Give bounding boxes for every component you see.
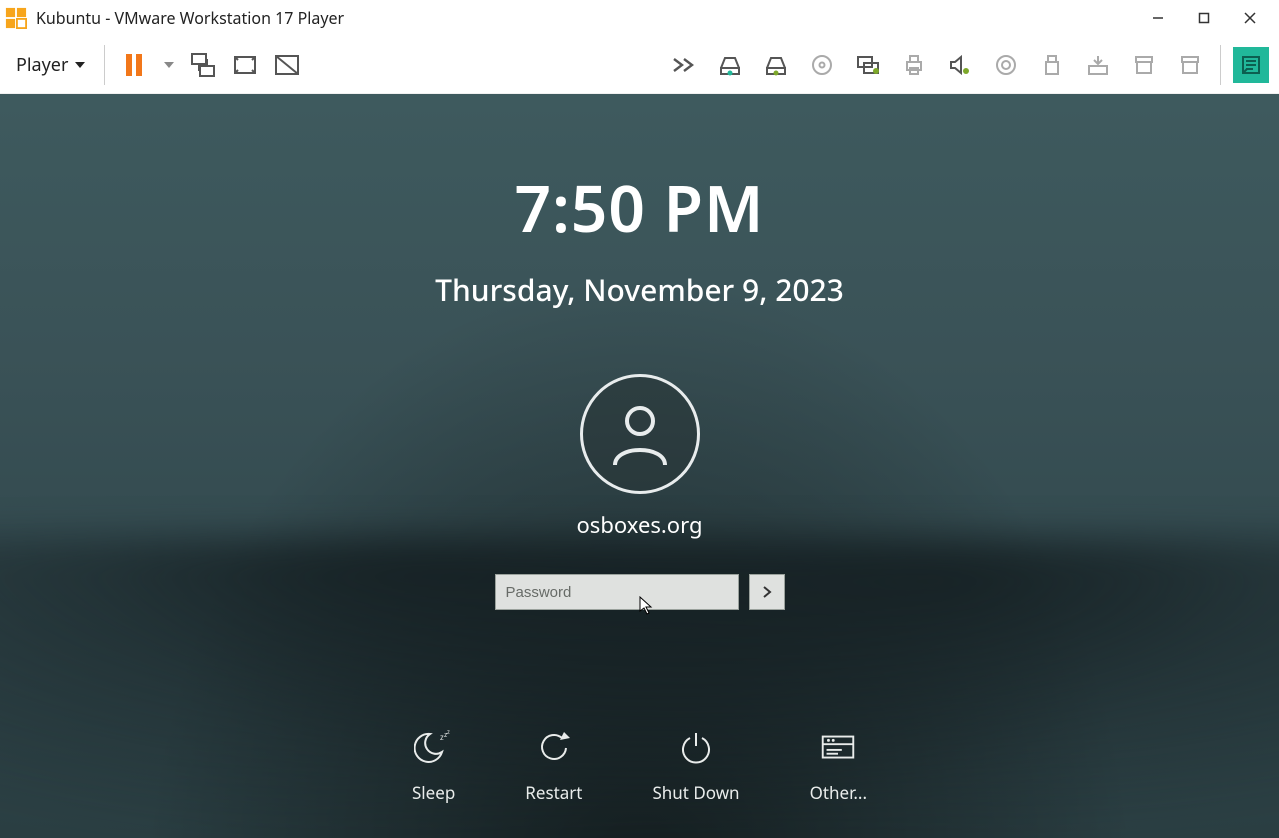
clock-block: 7:50 PM Thursday, November 9, 2023 [0, 164, 1279, 310]
fast-forward-icon[interactable] [666, 47, 702, 83]
other-sessions-button[interactable]: Other... [810, 727, 867, 804]
shutdown-button[interactable]: Shut Down [652, 727, 739, 804]
maximize-button[interactable] [1181, 2, 1227, 34]
power-icon [676, 728, 716, 768]
cd-dvd-icon[interactable] [804, 47, 840, 83]
toolbar-separator-right [1220, 45, 1221, 85]
archive-2-icon[interactable] [1172, 47, 1208, 83]
guest-display[interactable]: 7:50 PM Thursday, November 9, 2023 osbox… [0, 94, 1279, 838]
close-button[interactable] [1227, 2, 1273, 34]
usb-icon[interactable] [1034, 47, 1070, 83]
network-adapter-icon[interactable] [850, 47, 886, 83]
other-label: Other... [810, 781, 867, 804]
player-menu-label: Player [16, 53, 68, 77]
minimize-button[interactable] [1135, 2, 1181, 34]
message-log-button[interactable] [1233, 47, 1269, 83]
password-input[interactable] [495, 574, 739, 610]
window-title: Kubuntu - VMware Workstation 17 Player [36, 7, 344, 29]
avatar[interactable] [580, 374, 700, 494]
session-actions: z z z Sleep Restart [0, 727, 1279, 804]
svg-text:z: z [447, 728, 450, 736]
username-label: osboxes.org [577, 510, 703, 540]
archive-1-icon[interactable] [1126, 47, 1162, 83]
pause-vm-button[interactable] [117, 47, 153, 83]
login-row [495, 574, 785, 610]
send-ctrl-alt-del-button[interactable] [185, 47, 221, 83]
shutdown-label: Shut Down [652, 781, 739, 804]
hard-disk-1-icon[interactable] [712, 47, 748, 83]
fullscreen-button[interactable] [227, 47, 263, 83]
power-menu-dropdown[interactable] [159, 47, 179, 83]
other-icon [817, 728, 859, 768]
vmware-toolbar: Player [0, 36, 1279, 94]
restart-icon [534, 728, 574, 768]
hard-disk-2-icon[interactable] [758, 47, 794, 83]
camera-icon[interactable] [988, 47, 1024, 83]
unity-mode-button[interactable] [269, 47, 305, 83]
vmware-app-icon [2, 4, 30, 32]
sleep-icon: z z z [414, 728, 454, 768]
login-submit-button[interactable] [749, 574, 785, 610]
sleep-label: Sleep [412, 781, 455, 804]
clock-time: 7:50 PM [0, 164, 1279, 251]
player-menu[interactable]: Player [10, 49, 92, 81]
clock-date: Thursday, November 9, 2023 [0, 269, 1279, 310]
window-titlebar: Kubuntu - VMware Workstation 17 Player [0, 0, 1279, 36]
sleep-button[interactable]: z z z Sleep [412, 727, 455, 804]
restart-label: Restart [525, 781, 582, 804]
toolbar-separator [104, 45, 105, 85]
restart-button[interactable]: Restart [525, 727, 582, 804]
install-tools-icon[interactable] [1080, 47, 1116, 83]
chevron-right-icon [760, 585, 774, 599]
user-block: osboxes.org [0, 374, 1279, 610]
sound-icon[interactable] [942, 47, 978, 83]
user-icon [605, 399, 675, 469]
chevron-down-icon [74, 59, 86, 71]
printer-icon[interactable] [896, 47, 932, 83]
